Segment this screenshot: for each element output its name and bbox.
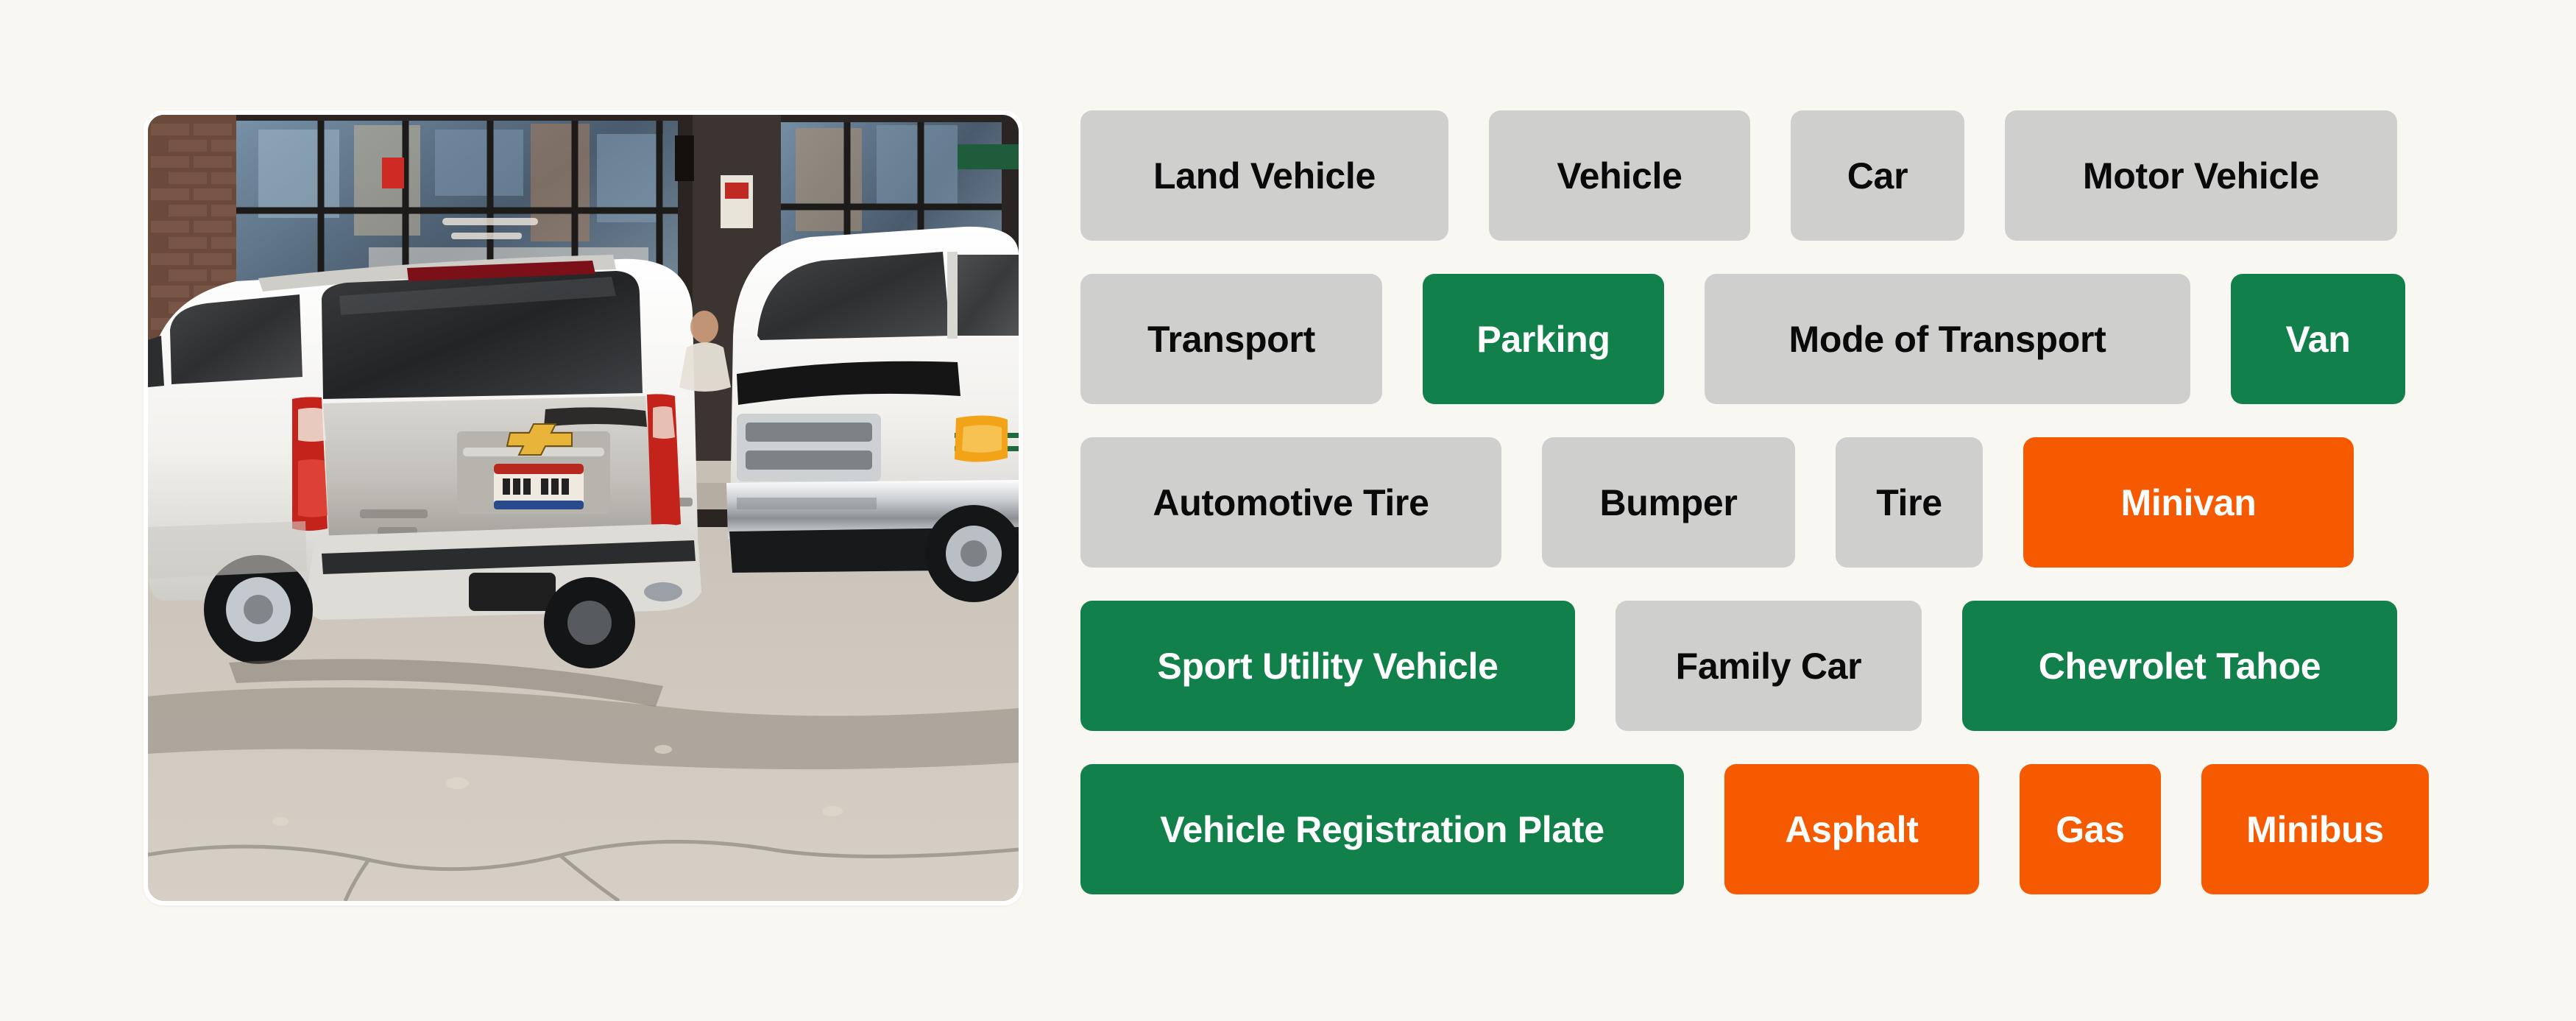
tag-chip-motor-vehicle[interactable]: Motor Vehicle — [2005, 110, 2397, 241]
tag-row: Transport Parking Mode of Transport Van — [1080, 274, 2405, 404]
tag-chip-mode-of-transport[interactable]: Mode of Transport — [1705, 274, 2190, 404]
tag-chip-asphalt[interactable]: Asphalt — [1724, 764, 1979, 894]
tag-chip-land-vehicle[interactable]: Land Vehicle — [1080, 110, 1448, 241]
tag-row: Automotive Tire Bumper Tire Minivan — [1080, 437, 2397, 568]
tag-chip-minivan[interactable]: Minivan — [2023, 437, 2354, 568]
tag-chip-car[interactable]: Car — [1791, 110, 1964, 241]
tag-chip-transport[interactable]: Transport — [1080, 274, 1382, 404]
photo-card — [144, 110, 1023, 905]
tag-chip-van[interactable]: Van — [2231, 274, 2405, 404]
tag-chip-automotive-tire[interactable]: Automotive Tire — [1080, 437, 1501, 568]
tag-chip-chevrolet-tahoe[interactable]: Chevrolet Tahoe — [1962, 601, 2397, 731]
tag-chip-gas[interactable]: Gas — [2020, 764, 2161, 894]
tag-chip-tire[interactable]: Tire — [1836, 437, 1983, 568]
tag-chip-family-car[interactable]: Family Car — [1616, 601, 1922, 731]
tag-chip-vehicle-registration-plate[interactable]: Vehicle Registration Plate — [1080, 764, 1684, 894]
tag-chip-sport-utility-vehicle[interactable]: Sport Utility Vehicle — [1080, 601, 1575, 731]
tag-chip-vehicle[interactable]: Vehicle — [1489, 110, 1750, 241]
tag-row: Vehicle Registration Plate Asphalt Gas M… — [1080, 764, 2429, 894]
vehicle-photo — [148, 115, 1019, 901]
tag-chip-parking[interactable]: Parking — [1423, 274, 1664, 404]
photo-illustration — [148, 115, 1019, 901]
tag-row: Sport Utility Vehicle Family Car Chevrol… — [1080, 601, 2397, 731]
tag-chip-minibus[interactable]: Minibus — [2201, 764, 2429, 894]
tag-row: Land Vehicle Vehicle Car Motor Vehicle — [1080, 110, 2397, 241]
tag-results-page: Land Vehicle Vehicle Car Motor Vehicle T… — [0, 0, 2576, 1021]
tag-list: Land Vehicle Vehicle Car Motor Vehicle T… — [1080, 110, 2429, 894]
tag-chip-bumper[interactable]: Bumper — [1542, 437, 1795, 568]
